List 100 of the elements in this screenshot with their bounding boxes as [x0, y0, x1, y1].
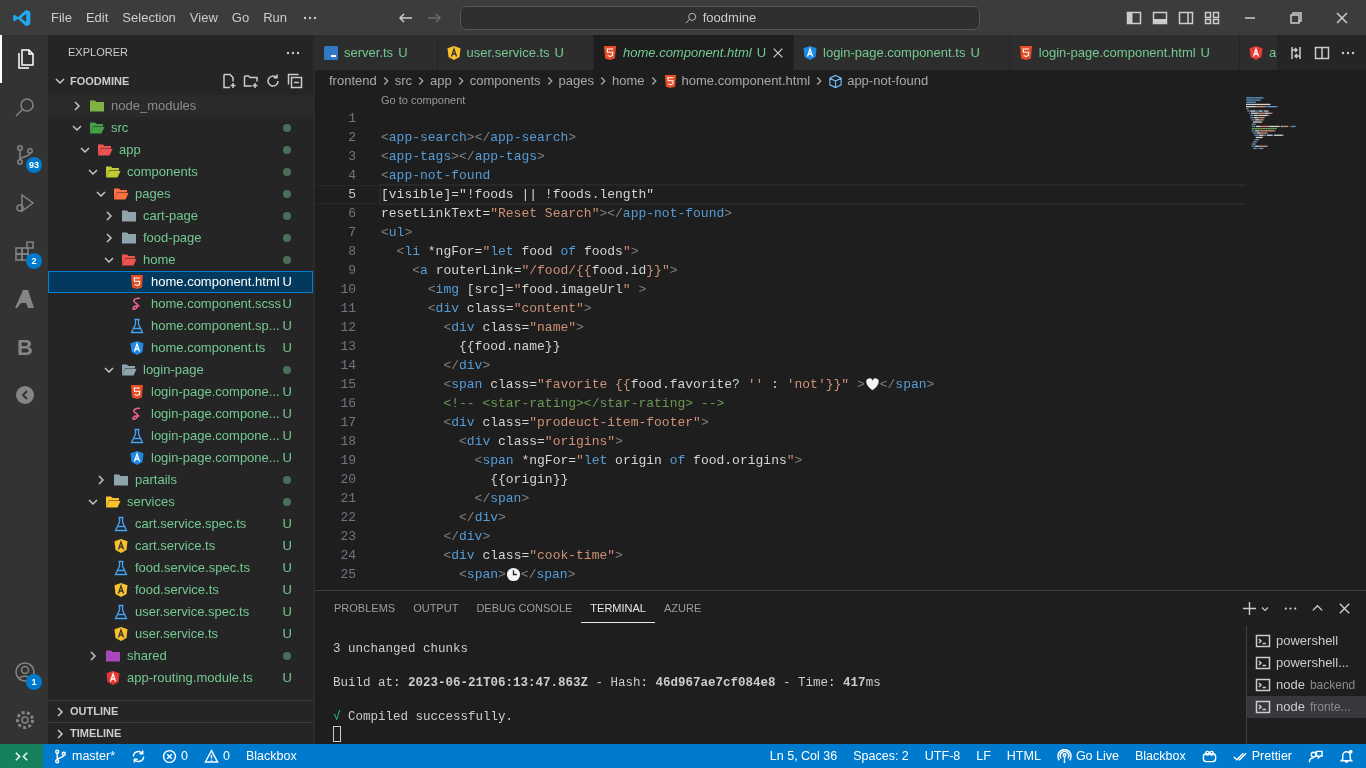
status-item[interactable]: Ln 5, Col 36 — [763, 744, 844, 768]
tree-item[interactable]: app-routing.module.ts U — [48, 667, 313, 689]
terminal-item[interactable]: node backend — [1247, 674, 1366, 696]
sidebar-toggle-icon[interactable] — [1126, 9, 1142, 26]
tree-item[interactable]: partails — [48, 469, 313, 491]
tree-item[interactable]: components — [48, 161, 313, 183]
editor-tab[interactable]: server.ts U — [315, 35, 438, 70]
tree-item[interactable]: login-page — [48, 359, 313, 381]
codelens-link[interactable]: Go to component — [381, 92, 466, 109]
status-item[interactable]: Spaces: 2 — [847, 744, 915, 768]
tree-item[interactable]: pages — [48, 183, 313, 205]
editor-tab[interactable]: home.component.html U — [594, 35, 794, 70]
tree-item[interactable]: cart.service.spec.ts U — [48, 513, 313, 535]
editor-tab[interactable]: login-page.component.html U — [1009, 35, 1240, 70]
terminal-item[interactable]: powershell — [1247, 630, 1366, 652]
breadcrumb-item[interactable]: components — [469, 71, 541, 91]
status-item[interactable]: Blackbox — [240, 744, 303, 768]
extensions-icon[interactable] — [13, 239, 37, 263]
panel-tab[interactable]: PROBLEMS — [325, 593, 405, 624]
app-logo-icon[interactable] — [12, 7, 32, 28]
section-header[interactable]: OUTLINE — [48, 700, 313, 722]
layout-icon[interactable] — [1204, 9, 1220, 26]
tree-item[interactable]: login-page.compone... U — [48, 403, 313, 425]
menu-item[interactable]: Go — [224, 5, 257, 30]
search-icon[interactable] — [13, 95, 37, 119]
branch-button[interactable]: master* — [47, 744, 122, 768]
panel-toggle-icon[interactable] — [1152, 9, 1168, 26]
tree-item[interactable]: node_modules — [48, 95, 313, 117]
terminal-icon — [1255, 655, 1271, 671]
status-item[interactable]: LF — [970, 744, 997, 768]
status-item[interactable]: UTF-8 — [918, 744, 967, 768]
command-search-field[interactable]: foodmine — [460, 5, 980, 30]
breadcrumb-item[interactable]: src — [394, 71, 413, 91]
tree-item[interactable]: cart.service.ts U — [48, 535, 313, 557]
tree-item[interactable]: login-page.compone... U — [48, 447, 313, 469]
close-icon[interactable] — [1337, 601, 1352, 616]
menu-item[interactable]: View — [182, 5, 225, 30]
breadcrumb-item[interactable]: app-not-found — [828, 71, 929, 91]
status-item[interactable]: Blackbox — [1128, 744, 1192, 768]
panel-tab[interactable]: TERMINAL — [581, 593, 655, 624]
menu-item[interactable]: Edit — [78, 5, 116, 30]
prettier-button[interactable]: Prettier — [1226, 744, 1298, 768]
split-editor-icon[interactable] — [1314, 44, 1330, 61]
settings-icon[interactable] — [13, 708, 37, 732]
panel-tab[interactable]: AZURE — [654, 593, 711, 624]
panel-tab[interactable]: OUTPUT — [404, 593, 468, 624]
tree-item[interactable]: shared — [48, 645, 313, 667]
account-icon[interactable] — [13, 660, 37, 684]
breadcrumb-item[interactable]: pages — [558, 71, 594, 91]
compare-icon[interactable] — [1288, 44, 1304, 61]
tree-item[interactable]: app — [48, 139, 313, 161]
azure-icon[interactable] — [13, 287, 37, 311]
html-file-icon — [602, 44, 618, 61]
tree-item[interactable]: home.component.ts U — [48, 337, 313, 359]
tree-item[interactable]: food-page — [48, 227, 313, 249]
editor-tab[interactable]: user.service.ts U — [437, 35, 594, 70]
go-live-button[interactable]: Go Live — [1050, 744, 1125, 768]
tree-item[interactable]: home — [48, 249, 313, 271]
new-file-icon[interactable] — [221, 73, 237, 89]
status-item[interactable]: HTML — [1000, 744, 1047, 768]
menu-item[interactable]: Run — [256, 5, 294, 30]
collapse-all-icon[interactable] — [287, 73, 303, 89]
line-number: 22 — [339, 508, 356, 527]
tree-item[interactable]: user.service.ts U — [48, 623, 313, 645]
tree-item[interactable]: home.component.html U — [48, 271, 313, 293]
code-text: resetLinkText="Reset Search"></app-not-found> — [381, 204, 733, 223]
refresh-icon[interactable] — [265, 73, 281, 89]
new-folder-icon[interactable] — [243, 73, 259, 89]
editor-tab[interactable]: a — [1240, 35, 1278, 70]
run-debug-icon[interactable] — [13, 191, 37, 215]
gauge-icon[interactable] — [13, 383, 37, 407]
terminal-item[interactable]: node fronte... — [1247, 696, 1366, 718]
tree-item[interactable]: cart-page — [48, 205, 313, 227]
close-icon[interactable] — [1334, 9, 1350, 26]
tree-item[interactable]: home.component.sp... U — [48, 315, 313, 337]
tree-item[interactable]: food.service.spec.ts U — [48, 557, 313, 579]
errors-button[interactable]: 0 — [156, 744, 195, 768]
breadcrumb-item[interactable]: frontend — [329, 71, 377, 91]
breadcrumb-item[interactable]: home.component.html — [662, 71, 811, 91]
tree-item[interactable]: services — [48, 491, 313, 513]
warnings-button[interactable]: 0 — [198, 744, 236, 768]
restore-icon[interactable] — [1288, 9, 1304, 26]
remote-button[interactable] — [0, 744, 43, 768]
breadcrumb-item[interactable]: app — [430, 71, 452, 91]
tree-item[interactable]: login-page.compone... U — [48, 425, 313, 447]
folder-title[interactable]: FOODMINE — [70, 72, 130, 90]
breadcrumb-item[interactable]: home — [612, 71, 645, 91]
tree-item[interactable]: home.component.scssU — [48, 293, 313, 315]
tree-item[interactable]: login-page.compone... U — [48, 381, 313, 403]
terminal-item[interactable]: powershell... — [1247, 652, 1366, 674]
panel-tab[interactable]: DEBUG CONSOLE — [467, 593, 582, 624]
secondary-sidebar-icon[interactable] — [1178, 9, 1194, 26]
menu-item[interactable]: File — [44, 5, 79, 30]
editor-tab[interactable]: login-page.component.ts U — [794, 35, 1010, 70]
plus-icon[interactable] — [1242, 601, 1257, 616]
tree-item[interactable]: src — [48, 117, 313, 139]
tree-item[interactable]: user.service.spec.ts U — [48, 601, 313, 623]
menu-item[interactable]: Selection — [115, 5, 183, 30]
tree-item[interactable]: food.service.ts U — [48, 579, 313, 601]
code-text: <app-not-found — [381, 166, 491, 185]
